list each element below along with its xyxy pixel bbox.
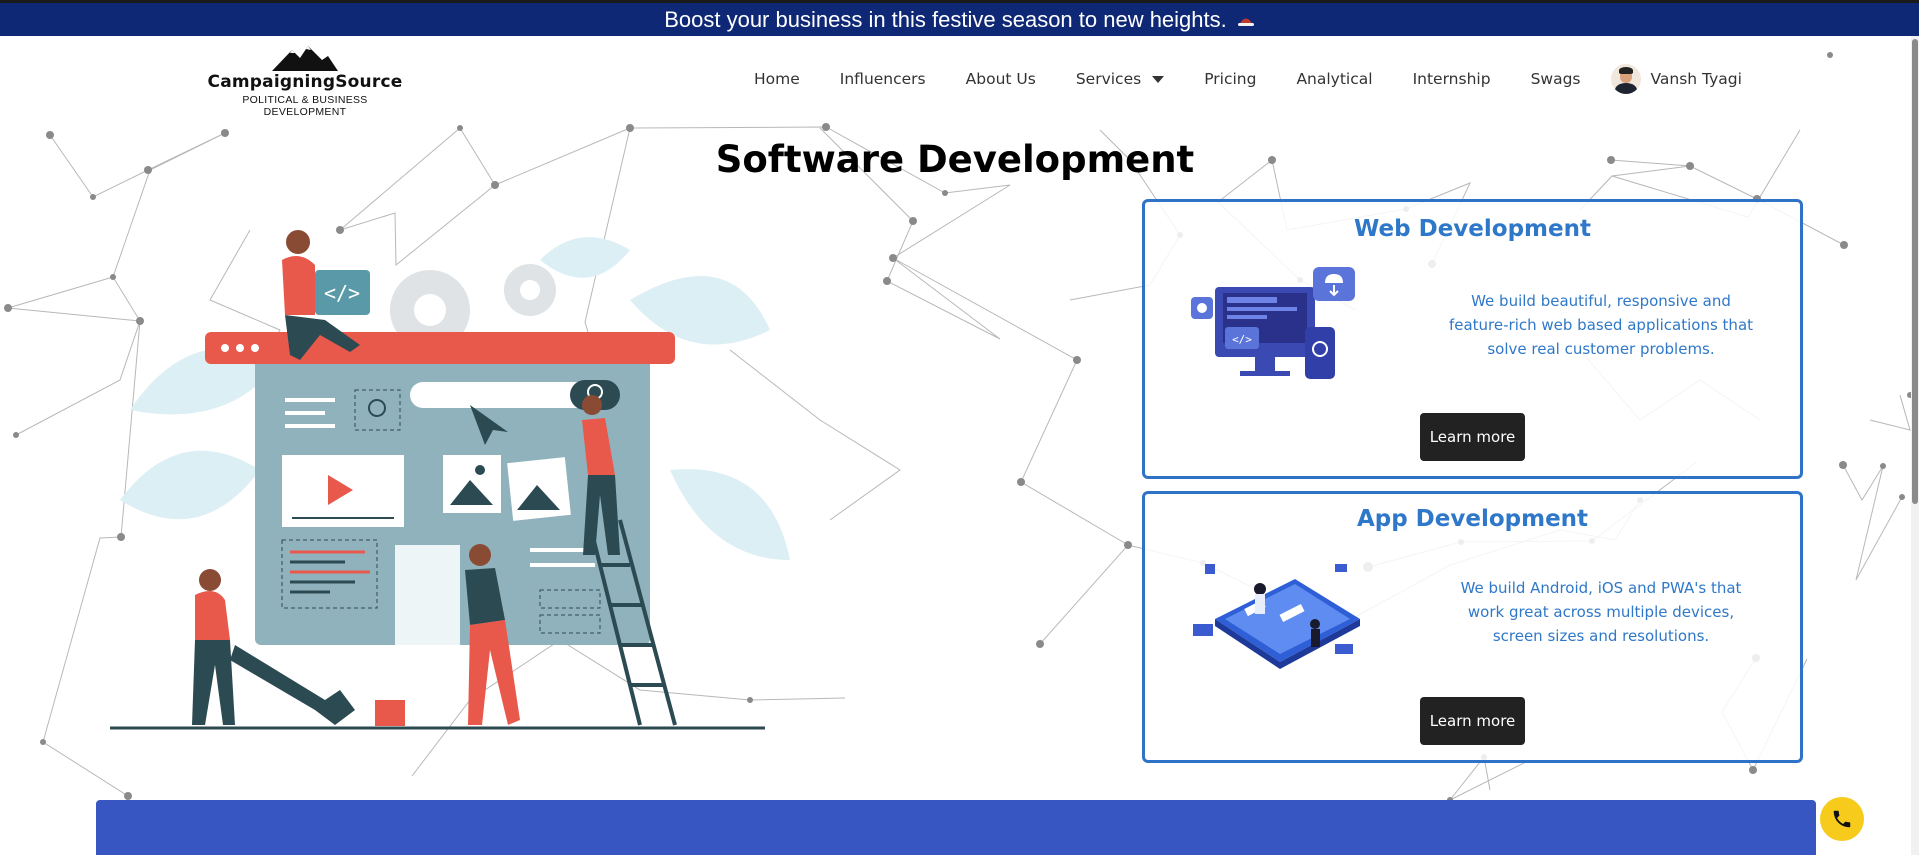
page-title: Software Development (715, 138, 1195, 181)
card-title-app-development: App Development (1356, 506, 1589, 532)
announcement-bar: Boost your business in this festive seas… (0, 0, 1919, 36)
nav-services-label: Services (1075, 70, 1142, 88)
nav-services-dropdown[interactable]: Services (1075, 70, 1165, 88)
brand-tagline: POLITICAL & BUSINESS DEVELOPMENT (242, 94, 368, 118)
app-development-image (1193, 564, 1360, 669)
software-development-illustration: </> (110, 230, 790, 730)
phone-icon (1833, 810, 1851, 828)
svg-text:</>: </> (324, 281, 360, 305)
phone-call-button[interactable] (1820, 797, 1864, 841)
nav-influencers[interactable]: Influencers (840, 70, 926, 88)
service-card-app-development: App Development We build Android, iOS an… (1142, 491, 1803, 763)
card-description-app-development: We build Android, iOS and PWA's that wor… (1460, 579, 1742, 645)
card-title-web-development: Web Development (1354, 216, 1591, 242)
nav-internship[interactable]: Internship (1413, 70, 1491, 88)
santa-hat-icon (1237, 18, 1254, 26)
avatar (1610, 64, 1641, 94)
nav-swags[interactable]: Swags (1531, 70, 1581, 88)
navbar: CampaigningSource POLITICAL & BUSINESS D… (0, 36, 1919, 122)
chevron-down-icon (1152, 75, 1165, 83)
service-card-web-development: Web Development </> We build beautiful, … (1142, 199, 1803, 479)
user-name: Vansh Tyagi (1650, 70, 1742, 88)
learn-more-app-button[interactable]: Learn more (1420, 697, 1525, 745)
web-development-image: </> (1191, 267, 1355, 379)
nav-home[interactable]: Home (754, 70, 800, 88)
nav-about-us[interactable]: About Us (966, 70, 1036, 88)
brand-logo[interactable]: CampaigningSource POLITICAL & BUSINESS D… (200, 44, 410, 118)
nav-analytical[interactable]: Analytical (1296, 70, 1372, 88)
scrollbar-thumb[interactable] (1912, 39, 1918, 504)
card-description-web-development: We build beautiful, responsive and featu… (1448, 292, 1754, 358)
nav-menu: Home Influencers About Us Services Prici… (754, 36, 1742, 122)
svg-text:</>: </> (1232, 333, 1252, 346)
announcement-text: Boost your business in this festive seas… (664, 6, 1227, 32)
brand-name: CampaigningSource (207, 72, 403, 92)
mountain-logo-icon (272, 46, 338, 71)
learn-more-web-button[interactable]: Learn more (1420, 413, 1525, 461)
section-banner (96, 800, 1816, 855)
page-scrollbar[interactable] (1911, 36, 1919, 855)
nav-pricing[interactable]: Pricing (1204, 70, 1256, 88)
user-profile-menu[interactable]: Vansh Tyagi (1610, 64, 1742, 94)
